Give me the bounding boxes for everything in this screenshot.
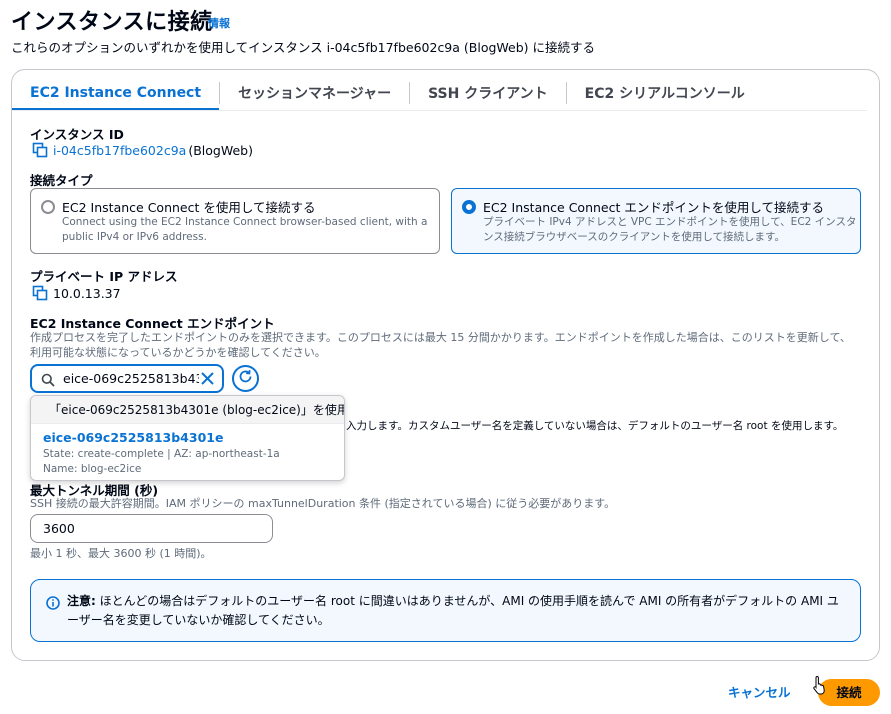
- clear-icon[interactable]: [199, 370, 216, 387]
- tab-ec2-instance-connect[interactable]: EC2 Instance Connect: [12, 76, 220, 111]
- page-subtitle: これらのオプションのいずれかを使用してインスタンス i-04c5fb17fbe6…: [11, 40, 596, 55]
- info-link[interactable]: 情報: [208, 15, 230, 31]
- private-ip-row: 10.0.13.37: [32, 285, 121, 301]
- radio-option-public[interactable]: EC2 Instance Connect を使用して接続する Connect u…: [30, 188, 440, 254]
- tab-ec2-serial-console[interactable]: EC2 シリアルコンソール: [567, 76, 763, 110]
- copy-icon[interactable]: [32, 285, 48, 301]
- connection-type-label: 接続タイプ: [30, 173, 93, 188]
- dropdown-option-state: State: create-complete | AZ: ap-northeas…: [43, 448, 280, 460]
- dropdown-option-id[interactable]: eice-069c2525813b4301e: [43, 430, 223, 445]
- instance-name: (BlogWeb): [188, 142, 253, 158]
- radio-button-selected[interactable]: [462, 200, 476, 214]
- search-icon: [41, 372, 55, 387]
- tab-underline: [12, 110, 867, 111]
- alert-body: ほとんどの場合はデフォルトのユーザー名 root に間違いはありませんが、AMI…: [67, 594, 839, 627]
- radio-option-description: Connect using the EC2 Instance Connect b…: [62, 216, 428, 243]
- info-alert: 注意: ほとんどの場合はデフォルトのユーザー名 root に間違いはありませんが…: [30, 579, 861, 642]
- username-hint: 入力します。カスタムユーザー名を定義していない場合は、デフォルトのユーザー名 r…: [346, 420, 844, 432]
- tunnel-duration-input[interactable]: 3600: [30, 514, 273, 543]
- radio-option-endpoint[interactable]: EC2 Instance Connect エンドポイントを使用して接続する プラ…: [451, 188, 861, 254]
- cancel-button[interactable]: キャンセル: [722, 680, 797, 706]
- alert-strong: 注意:: [67, 594, 96, 608]
- alert-text: 注意: ほとんどの場合はデフォルトのユーザー名 root に間違いはありませんが…: [67, 592, 847, 630]
- tunnel-duration-description: SSH 接続の最大許容期間。IAM ポリシーの maxTunnelDuratio…: [30, 497, 616, 510]
- radio-option-description: プライベート IPv4 アドレスと VPC エンドポイントを使用して、EC2 イ…: [483, 216, 857, 243]
- instance-id-label: インスタンス ID: [30, 127, 124, 142]
- tunnel-duration-constraint: 最小 1 秒、最大 3600 秒 (1 時間)。: [30, 547, 212, 560]
- private-ip-value: 10.0.13.37: [53, 285, 121, 301]
- endpoint-description: 作成プロセスを完了したエンドポイントのみを選択できます。このプロセスには最大 1…: [30, 331, 851, 359]
- info-icon: [46, 595, 60, 610]
- refresh-button[interactable]: [232, 365, 259, 392]
- radio-option-title: EC2 Instance Connect を使用して接続する: [62, 200, 316, 215]
- endpoint-search-value[interactable]: eice-069c2525813b4301e: [63, 371, 199, 386]
- refresh-icon: [238, 369, 253, 388]
- radio-option-title: EC2 Instance Connect エンドポイントを使用して接続する: [483, 200, 824, 215]
- tab-list: EC2 Instance Connect セッションマネージャー SSH クライ…: [12, 76, 763, 111]
- dropdown-use-option[interactable]: 「eice-069c2525813b4301e (blog-ec2ice)」を使…: [31, 396, 344, 424]
- pointer-cursor-icon: [812, 675, 828, 695]
- instance-id-row: i-04c5fb17fbe602c9a (BlogWeb): [32, 142, 253, 158]
- copy-icon[interactable]: [32, 142, 48, 158]
- endpoint-search-input[interactable]: eice-069c2525813b4301e: [30, 364, 224, 393]
- private-ip-label: プライベート IP アドレス: [30, 269, 178, 284]
- tab-ssh-client[interactable]: SSH クライアント: [410, 76, 566, 110]
- radio-button[interactable]: [41, 200, 55, 214]
- instance-id-link[interactable]: i-04c5fb17fbe602c9a: [53, 143, 186, 158]
- tab-session-manager[interactable]: セッションマネージャー: [220, 76, 409, 110]
- page-title: インスタンスに接続: [11, 10, 213, 35]
- dropdown-option-name: Name: blog-ec2ice: [43, 463, 142, 475]
- endpoint-dropdown: 「eice-069c2525813b4301e (blog-ec2ice)」を使…: [30, 395, 345, 481]
